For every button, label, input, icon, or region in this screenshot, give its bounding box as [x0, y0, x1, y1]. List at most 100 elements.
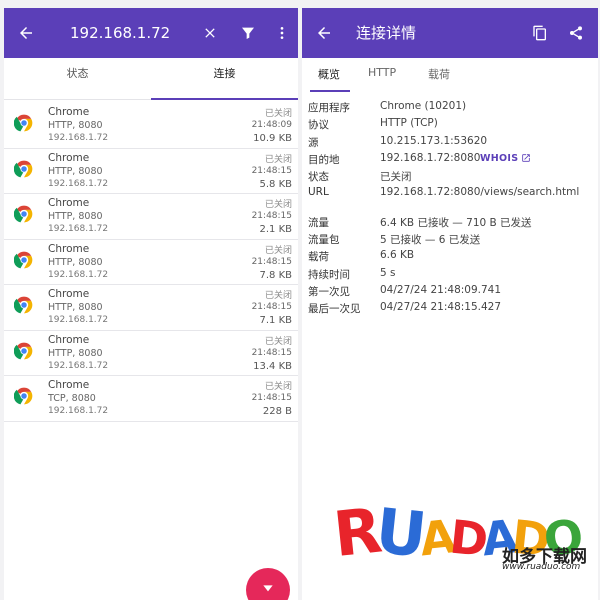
detail-value: 192.168.1.72:8080	[380, 151, 481, 164]
connection-time: 21:48:15	[251, 393, 292, 403]
connection-size: 228 B	[262, 406, 292, 417]
detail-key: URL	[308, 186, 329, 199]
left-app-bar: 192.168.1.72	[4, 8, 298, 58]
scroll-down-fab[interactable]	[246, 568, 290, 600]
right-tab-bar: 概览 HTTP 载荷	[302, 58, 598, 92]
detail-value: 5 已接收 — 6 已发送	[380, 234, 481, 247]
right-app-bar: 连接详情	[302, 8, 598, 58]
connection-app: Chrome	[48, 242, 90, 255]
connection-status: 已关闭	[264, 291, 292, 301]
connection-size: 5.8 KB	[259, 178, 293, 190]
back-arrow-icon[interactable]	[14, 21, 38, 45]
connection-time: 21:48:15	[251, 165, 292, 176]
more-vert-icon[interactable]	[270, 21, 294, 45]
tab-payload[interactable]: 载荷	[428, 66, 450, 82]
share-icon[interactable]	[564, 21, 588, 45]
connection-address: 192.168.1.72	[48, 178, 109, 189]
active-tab-indicator	[310, 90, 350, 92]
connection-time: 21:48:15	[251, 347, 292, 358]
connection-time: 21:48:09	[251, 120, 292, 130]
detail-row: 载荷 6.6 KB	[302, 249, 598, 266]
connection-row[interactable]: Chrome HTTP, 8080 192.168.1.72 已关闭 21:48:09 1…	[4, 103, 298, 149]
detail-row: 状态 已关闭	[302, 169, 598, 186]
tab-status[interactable]: 状态	[4, 58, 151, 100]
detail-value: 04/27/24 21:48:15.427	[380, 301, 502, 314]
watermark-logo: RUADADO 如多下载网 www.ruaduo.com	[330, 494, 596, 588]
connection-protocol: HTTP, 8080	[48, 120, 103, 131]
chrome-icon	[13, 250, 34, 270]
connection-address: 192.168.1.72	[48, 269, 109, 280]
tab-connections[interactable]: 连接	[151, 58, 298, 100]
connection-status: 已关闭	[264, 154, 292, 165]
detail-spacer	[302, 204, 598, 215]
detail-value: 6.4 KB 已接收 — 710 B 已发送	[380, 216, 532, 229]
detail-key: 协议	[308, 119, 329, 132]
detail-row: 持续时间 5 s	[302, 267, 598, 284]
connection-time: 21:48:15	[251, 256, 292, 267]
detail-key: 目的地	[308, 153, 340, 166]
tab-overview[interactable]: 概览	[318, 66, 340, 82]
chrome-icon	[13, 204, 34, 224]
detail-key: 第一次见	[308, 285, 350, 298]
tab-http[interactable]: HTTP	[368, 66, 396, 79]
connection-row[interactable]: Chrome HTTP, 8080 192.168.1.72 已关闭 21:48:15 2…	[4, 194, 298, 240]
detail-key: 应用程序	[308, 102, 350, 114]
close-icon[interactable]	[198, 21, 222, 45]
connection-address: 192.168.1.72	[48, 224, 109, 234]
connection-protocol: HTTP, 8080	[48, 302, 103, 313]
connection-status: 已关闭	[264, 382, 292, 392]
connection-app: Chrome	[48, 333, 90, 346]
detail-row: 流量 6.4 KB 已接收 — 710 B 已发送	[302, 215, 598, 232]
open-external-icon	[522, 154, 531, 163]
connection-app: Chrome	[48, 106, 90, 118]
filter-icon[interactable]	[236, 21, 260, 45]
connection-protocol: TCP, 8080	[48, 393, 96, 404]
detail-value: Chrome (10201)	[380, 100, 467, 112]
connection-app: Chrome	[48, 197, 90, 209]
detail-key: 状态	[308, 171, 329, 184]
chrome-icon	[13, 386, 34, 406]
chrome-icon	[13, 341, 34, 361]
connection-size: 13.4 KB	[253, 360, 292, 372]
whois-link[interactable]: WHOIS	[480, 153, 531, 164]
connection-address: 192.168.1.72	[48, 360, 109, 371]
chrome-icon	[13, 113, 34, 133]
connection-protocol: HTTP, 8080	[48, 211, 103, 222]
copy-icon[interactable]	[528, 21, 552, 45]
connection-row[interactable]: Chrome HTTP, 8080 192.168.1.72 已关闭 21:48:15 7…	[4, 285, 298, 331]
connection-row[interactable]: Chrome TCP, 8080 192.168.1.72 已关闭 21:48:15 22…	[4, 376, 298, 422]
detail-row: 最后一次见 04/27/24 21:48:15.427	[302, 301, 598, 318]
detail-value: 10.215.173.1:53620	[380, 134, 488, 147]
connection-row[interactable]: Chrome HTTP, 8080 192.168.1.72 已关闭 21:48:15 7…	[4, 240, 298, 285]
detail-value: HTTP (TCP)	[380, 117, 438, 130]
connection-size: 10.9 KB	[253, 133, 292, 144]
detail-row: 第一次见 04/27/24 21:48:09.741	[302, 284, 598, 301]
detail-value: 04/27/24 21:48:09.741	[380, 283, 502, 296]
detail-row: 源 10.215.173.1:53620	[302, 135, 598, 152]
back-arrow-icon[interactable]	[312, 21, 336, 45]
detail-key: 载荷	[308, 251, 329, 264]
connection-protocol: HTTP, 8080	[48, 165, 103, 177]
connection-address: 192.168.1.72	[48, 406, 109, 416]
detail-row: 流量包 5 已接收 — 6 已发送	[302, 232, 598, 249]
detail-value: 6.6 KB	[380, 249, 415, 262]
connection-status: 已关闭	[264, 200, 292, 210]
detail-row: 目的地 192.168.1.72:8080 WHOIS	[302, 152, 598, 169]
connections-panel: 192.168.1.72 状态 连接 Chrome HTTP, 8080 192.1…	[4, 8, 298, 600]
detail-value: 192.168.1.72:8080/views/search.html	[380, 186, 580, 199]
triangle-down-icon	[263, 585, 273, 592]
connection-status: 已关闭	[264, 245, 292, 256]
connection-time: 21:48:15	[251, 302, 292, 312]
details-title: 连接详情	[356, 24, 417, 42]
detail-key: 持续时间	[308, 268, 350, 281]
connection-status: 已关闭	[264, 109, 292, 119]
connection-row[interactable]: Chrome HTTP, 8080 192.168.1.72 已关闭 21:48:15 1…	[4, 331, 298, 376]
connection-protocol: HTTP, 8080	[48, 256, 103, 268]
connection-size: 2.1 KB	[259, 224, 293, 235]
detail-value: 5 s	[380, 266, 396, 279]
detail-row: 应用程序 Chrome (10201)	[302, 100, 598, 117]
left-tab-bar: 状态 连接	[4, 58, 298, 100]
connection-row[interactable]: Chrome HTTP, 8080 192.168.1.72 已关闭 21:48:15 5…	[4, 149, 298, 194]
connection-app: Chrome	[48, 288, 90, 300]
watermark-url: www.ruaduo.com	[502, 562, 581, 572]
